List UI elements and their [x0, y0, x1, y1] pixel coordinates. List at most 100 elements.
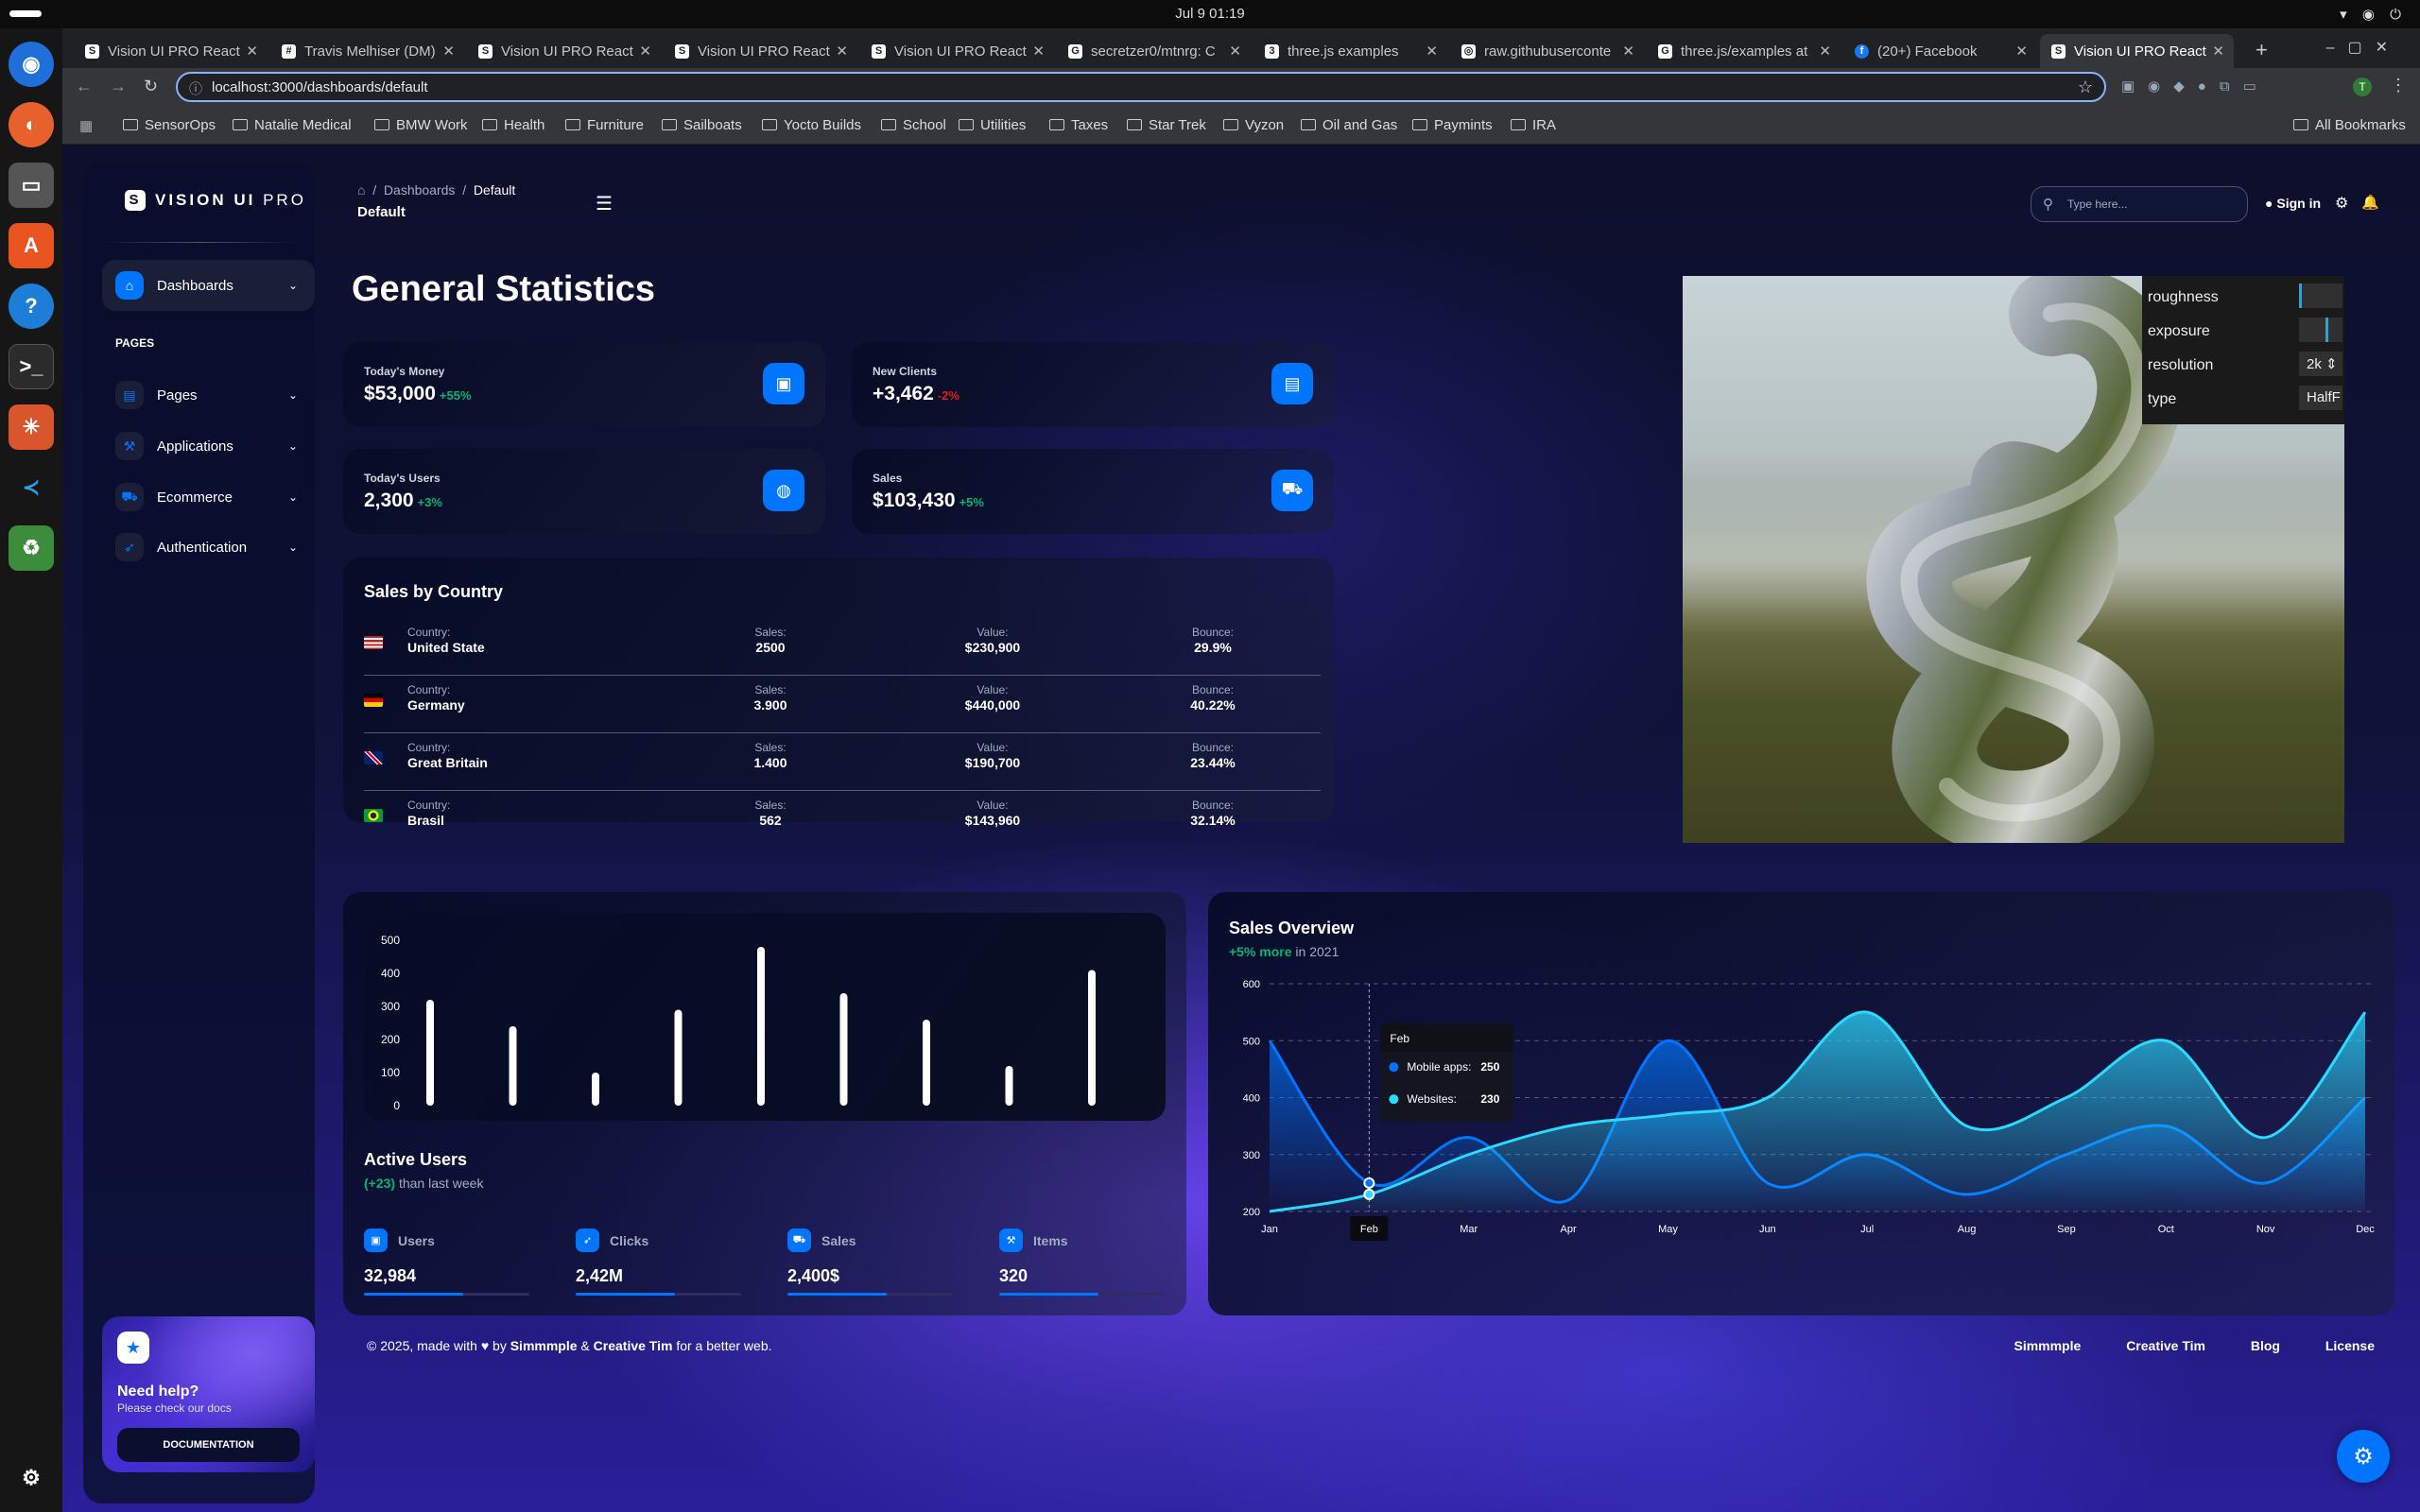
- settings-icon[interactable]: ⚙: [2335, 194, 2348, 213]
- bookmark-star-icon[interactable]: ☆: [2078, 77, 2093, 97]
- browser-menu-icon[interactable]: ⋮: [2390, 76, 2407, 95]
- bookmark-item[interactable]: SensorOps: [123, 117, 216, 133]
- roughness-slider[interactable]: [2299, 284, 2342, 308]
- profile-avatar[interactable]: T: [2353, 77, 2372, 96]
- bell-icon[interactable]: 🔔: [2361, 194, 2379, 211]
- menu-toggle-icon[interactable]: ☰: [596, 192, 613, 215]
- threejs-render[interactable]: roughness exposure resolution 2k ⇕ type …: [1683, 276, 2344, 843]
- browser-tab[interactable]: S Vision UI PRO React ✕: [664, 34, 857, 68]
- sales-overview-area-chart[interactable]: 200 300 400 500 600 Jan Feb Mar Apr May Jun Jul Aug S…: [1208, 892, 2394, 1315]
- sidebar-item-applications[interactable]: ⚒ Applications ⌄: [102, 421, 315, 472]
- bookmark-item[interactable]: Sailboats: [662, 117, 742, 133]
- y-tick-label: 300: [1243, 1150, 1260, 1161]
- browser-tab[interactable]: S Vision UI PRO React ✕: [74, 34, 268, 68]
- browser-tab[interactable]: Gthree.js/examples at ✕: [1647, 34, 1841, 68]
- tab-close-icon[interactable]: ✕: [2208, 43, 2224, 60]
- browser-tab[interactable]: f (20+) Facebook ✕: [1843, 34, 2037, 68]
- breadcrumb-home-icon[interactable]: ⌂: [357, 182, 365, 198]
- site-info-icon[interactable]: ⓘ: [189, 79, 202, 98]
- breadcrumb-item[interactable]: Dashboards: [384, 182, 456, 198]
- bar[interactable]: [757, 947, 765, 1106]
- tab-close-icon[interactable]: ✕: [242, 43, 258, 60]
- all-bookmarks[interactable]: All Bookmarks: [2293, 117, 2406, 133]
- brand[interactable]: S VISION UI PRO: [125, 190, 306, 211]
- bookmark-item[interactable]: Paymints: [1412, 117, 1493, 133]
- back-icon[interactable]: ←: [76, 77, 93, 96]
- tab-title: secretzer0/mtnrg: C: [1091, 43, 1216, 60]
- tab-close-icon[interactable]: ✕: [1618, 43, 1634, 60]
- trash-icon[interactable]: ♻: [9, 525, 54, 571]
- chrome-icon[interactable]: ◉: [9, 42, 54, 87]
- browser-tab[interactable]: S Vision UI PRO React ✕: [467, 34, 661, 68]
- bar[interactable]: [1005, 1066, 1013, 1106]
- bookmark-item[interactable]: Furniture: [565, 117, 644, 133]
- reload-icon[interactable]: ↻: [144, 77, 158, 96]
- system-tray-icons[interactable]: ▾ ◉ ⏻: [2340, 6, 2407, 23]
- bookmark-item[interactable]: Oil and Gas: [1301, 117, 1397, 133]
- firefox-icon[interactable]: ◐: [9, 102, 54, 147]
- vscode-icon[interactable]: ≺: [9, 465, 54, 510]
- browser-tab[interactable]: # Travis Melhiser (DM) ✕: [270, 34, 464, 68]
- bookmark-item[interactable]: Health: [482, 117, 544, 133]
- window-controls[interactable]: –▢✕: [2326, 38, 2401, 57]
- browser-tab-active[interactable]: S Vision UI PRO React ✕: [2040, 34, 2234, 68]
- bookmark-item[interactable]: BMW Work: [374, 117, 468, 133]
- new-tab-button[interactable]: +: [2256, 38, 2268, 62]
- footer-link-simmmple[interactable]: Simmmple: [2014, 1338, 2081, 1353]
- bar[interactable]: [509, 1026, 517, 1106]
- os-clock[interactable]: Jul 9 01:19: [0, 6, 2420, 22]
- bookmark-item[interactable]: Natalie Medical: [233, 117, 352, 133]
- tab-close-icon[interactable]: ✕: [832, 43, 848, 60]
- signin-link[interactable]: ● Sign in: [2265, 196, 2321, 211]
- bookmark-item[interactable]: Utilities: [959, 117, 1026, 133]
- browser-tab[interactable]: ◎ raw.githubuserconte ✕: [1450, 34, 1644, 68]
- documentation-button[interactable]: DOCUMENTATION: [117, 1428, 300, 1462]
- tab-close-icon[interactable]: ✕: [2012, 43, 2028, 60]
- footer-link-creative-tim[interactable]: Creative Tim: [2126, 1338, 2205, 1353]
- bar[interactable]: [674, 1009, 683, 1107]
- help-icon[interactable]: ?: [9, 284, 54, 329]
- tab-close-icon[interactable]: ✕: [1225, 43, 1241, 60]
- settings-fab-button[interactable]: ⚙: [2337, 1430, 2390, 1483]
- bar[interactable]: [1088, 970, 1096, 1107]
- bookmark-item[interactable]: Yocto Builds: [762, 117, 861, 133]
- browser-tab[interactable]: S Vision UI PRO React ✕: [860, 34, 1054, 68]
- bookmark-item[interactable]: Vyzon: [1223, 117, 1284, 133]
- sidebar-item-pages[interactable]: ▤ Pages ⌄: [102, 369, 315, 421]
- bookmark-item[interactable]: Taxes: [1049, 117, 1108, 133]
- tab-close-icon[interactable]: ✕: [635, 43, 651, 60]
- show-apps-icon[interactable]: ⚙: [9, 1455, 54, 1501]
- extension-icons[interactable]: ▣◉◆●⧉▭: [2121, 77, 2270, 94]
- search-input[interactable]: ⚲ Type here...: [2031, 186, 2248, 222]
- bar[interactable]: [592, 1073, 599, 1106]
- sidebar-item-dashboards[interactable]: ⌂ Dashboards ⌄: [102, 260, 315, 311]
- footer-link-license[interactable]: License: [2325, 1338, 2375, 1353]
- terminal-icon[interactable]: >_: [9, 344, 54, 389]
- creative-tim-link[interactable]: Creative Tim: [594, 1338, 673, 1353]
- exposure-slider[interactable]: [2299, 318, 2342, 342]
- tab-close-icon[interactable]: ✕: [1028, 43, 1045, 60]
- app-center-icon[interactable]: A: [9, 223, 54, 268]
- bar[interactable]: [426, 1000, 434, 1106]
- bookmark-item[interactable]: Star Trek: [1127, 117, 1206, 133]
- bar[interactable]: [839, 993, 848, 1106]
- resolution-select[interactable]: 2k ⇕: [2299, 352, 2342, 376]
- bookmark-item[interactable]: IRA: [1511, 117, 1556, 133]
- tab-close-icon[interactable]: ✕: [1815, 43, 1831, 60]
- footer-link-blog[interactable]: Blog: [2251, 1338, 2280, 1353]
- bookmark-item[interactable]: School: [881, 117, 946, 133]
- sidebar-item-ecommerce[interactable]: ⛟ Ecommerce ⌄: [102, 472, 315, 523]
- simmmple-link[interactable]: Simmmple: [510, 1338, 578, 1353]
- bar[interactable]: [923, 1020, 930, 1106]
- tab-close-icon[interactable]: ✕: [439, 43, 455, 60]
- browser-tab[interactable]: Gsecretzer0/mtnrg: C ✕: [1057, 34, 1251, 68]
- files-icon[interactable]: ▭: [9, 163, 54, 208]
- claude-icon[interactable]: ✳: [9, 404, 54, 450]
- forward-icon[interactable]: →: [110, 77, 127, 96]
- browser-tab[interactable]: 3 three.js examples ✕: [1253, 34, 1447, 68]
- apps-grid-icon[interactable]: ▦: [79, 117, 93, 134]
- tab-close-icon[interactable]: ✕: [1422, 43, 1438, 60]
- address-bar[interactable]: ⓘ localhost:3000/dashboards/default ☆: [176, 72, 2106, 102]
- type-select[interactable]: HalfF: [2299, 386, 2342, 410]
- sidebar-item-authentication[interactable]: ➶ Authentication ⌄: [102, 522, 315, 573]
